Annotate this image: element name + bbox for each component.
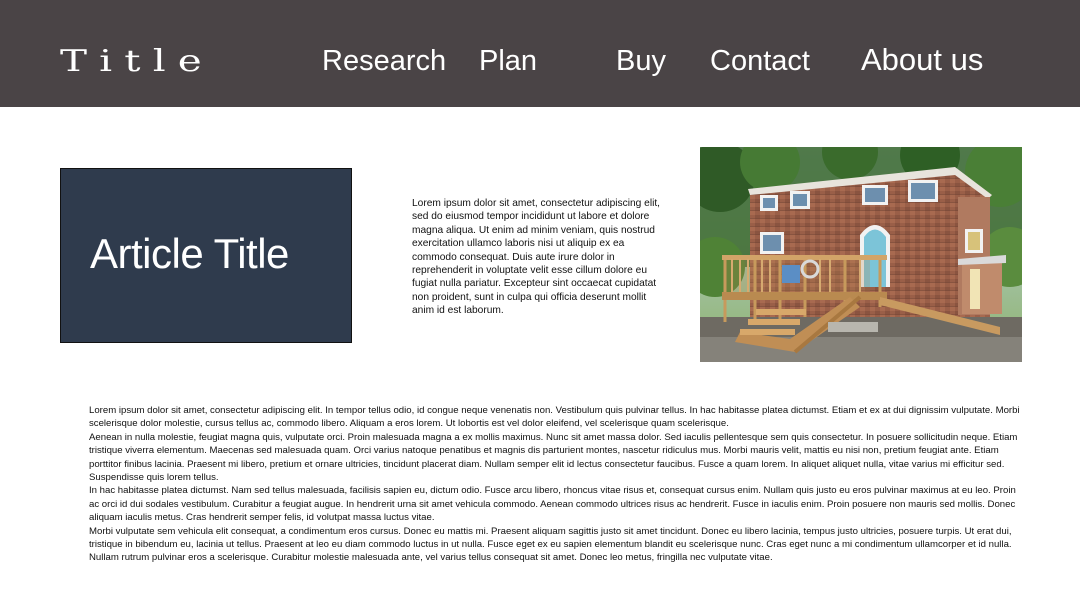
article-title-box: Article Title bbox=[60, 168, 352, 343]
nav-buy[interactable]: Buy bbox=[616, 41, 666, 81]
nav-about-us[interactable]: About us bbox=[861, 40, 983, 80]
article-intro: Lorem ipsum dolor sit amet, consectetur … bbox=[412, 198, 661, 317]
tiny-house-photo-icon bbox=[700, 147, 1022, 362]
body-paragraph: Lorem ipsum dolor sit amet, consectetur … bbox=[89, 405, 1020, 430]
nav-contact[interactable]: Contact bbox=[710, 41, 810, 81]
article-title: Article Title bbox=[90, 230, 289, 277]
site-header: Title Research Plan Buy Contact About us bbox=[0, 0, 1080, 107]
tiny-house-image bbox=[700, 147, 1022, 362]
site-logo[interactable]: Title bbox=[60, 42, 214, 82]
nav-research[interactable]: Research bbox=[322, 41, 446, 81]
body-paragraph: In hac habitasse platea dictumst. Nam se… bbox=[89, 485, 1016, 524]
body-paragraph: Morbi vulputate sem vehicula elit conseq… bbox=[89, 525, 1012, 564]
nav-plan[interactable]: Plan bbox=[479, 41, 537, 81]
article-body: Lorem ipsum dolor sit amet, consectetur … bbox=[89, 404, 1024, 565]
body-paragraph: Aenean in nulla molestie, feugiat magna … bbox=[89, 431, 1018, 484]
